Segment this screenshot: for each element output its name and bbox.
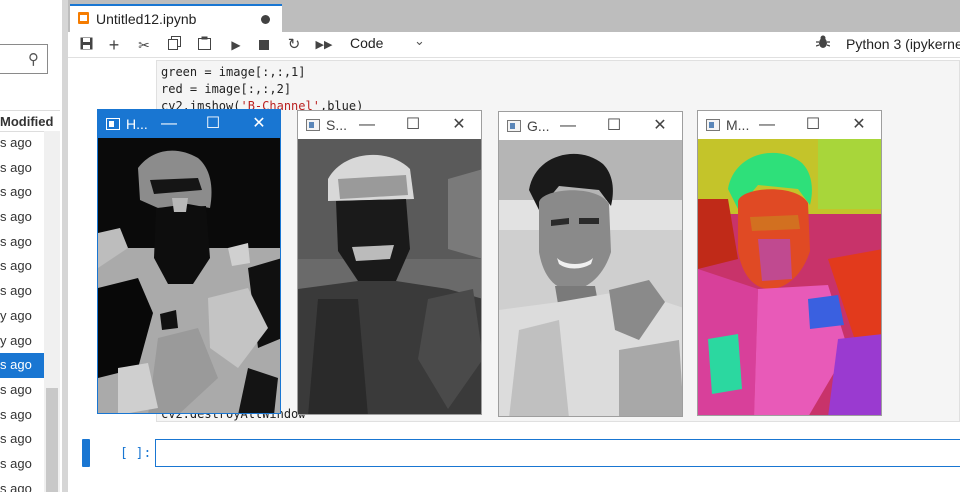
restart-run-all-icon[interactable]: ▶▶	[314, 36, 334, 54]
window-title-bar[interactable]: H... — ☐ ✕	[98, 110, 280, 138]
cell-type-select[interactable]: Code	[350, 35, 383, 51]
file-row-modified[interactable]: s ago	[0, 156, 44, 181]
hsv-image	[98, 138, 280, 413]
cut-icon[interactable]: ✂	[134, 36, 154, 54]
gray-image-window[interactable]: G... — ☐ ✕	[498, 111, 683, 417]
file-list: s ago s ago s ago s ago s ago s ago s ago y ago…	[0, 131, 44, 492]
file-row-modified[interactable]: s ago	[0, 180, 44, 205]
file-row-modified[interactable]: s ago	[0, 477, 44, 492]
code-line: green = image[:,:,1]	[161, 65, 306, 79]
notebook-tab[interactable]: Untitled12.ipynb	[70, 4, 282, 32]
maximize-icon[interactable]: ☐	[202, 113, 224, 135]
file-row-modified[interactable]: y ago	[0, 329, 44, 354]
scrollbar-thumb[interactable]	[46, 388, 58, 492]
paste-icon[interactable]	[194, 36, 214, 54]
input-prompt: [ ]:	[120, 446, 152, 461]
file-browser: ⚲ Modified s ago s ago s ago s ago s ago s ag…	[0, 0, 62, 492]
notebook-toolbar: + ✂ ▶ ↻ ▶▶ Code ⌄ Python 3 (ipykernel)	[68, 32, 960, 58]
hsv-image-window[interactable]: H... — ☐ ✕	[97, 109, 281, 414]
file-row-modified[interactable]: s ago	[0, 427, 44, 452]
chevron-down-icon[interactable]: ⌄	[414, 33, 425, 49]
debugger-icon[interactable]	[815, 35, 831, 52]
file-row-modified[interactable]: s ago	[0, 378, 44, 403]
add-cell-icon[interactable]: +	[104, 36, 124, 54]
file-row-modified[interactable]: s ago	[0, 353, 44, 378]
close-icon[interactable]: ✕	[448, 114, 470, 136]
file-row-modified[interactable]: s ago	[0, 230, 44, 255]
active-cell-indicator	[82, 439, 90, 467]
save-icon[interactable]	[76, 36, 96, 54]
minimize-icon[interactable]: —	[356, 114, 378, 136]
window-app-icon	[306, 119, 320, 131]
file-row-modified[interactable]: s ago	[0, 254, 44, 279]
window-title: H...	[126, 116, 148, 132]
window-title-bar[interactable]: M... — ☐ ✕	[698, 111, 881, 139]
window-app-icon	[106, 118, 120, 130]
merged-image-window[interactable]: M... — ☐ ✕	[697, 110, 882, 416]
window-title-bar[interactable]: S... — ☐ ✕	[298, 111, 481, 139]
copy-icon[interactable]	[164, 36, 184, 54]
close-icon[interactable]: ✕	[649, 115, 671, 137]
merged-image	[698, 139, 881, 415]
saturation-image	[298, 139, 481, 414]
window-app-icon	[507, 120, 521, 132]
kernel-name[interactable]: Python 3 (ipykernel)	[846, 36, 960, 52]
saturation-image-window[interactable]: S... — ☐ ✕	[297, 110, 482, 415]
minimize-icon[interactable]: —	[557, 115, 579, 137]
unsaved-dot-icon[interactable]	[261, 15, 270, 24]
code-line: red = image[:,:,2]	[161, 82, 292, 96]
restart-icon[interactable]: ↻	[284, 36, 304, 54]
close-icon[interactable]: ✕	[848, 114, 870, 136]
minimize-icon[interactable]: —	[158, 113, 180, 135]
file-row-modified[interactable]: s ago	[0, 131, 44, 156]
minimize-icon[interactable]: —	[756, 114, 778, 136]
screen: ⚲ Modified s ago s ago s ago s ago s ago s ag…	[0, 0, 960, 492]
file-search-input[interactable]	[0, 44, 48, 74]
stop-icon[interactable]	[254, 36, 274, 54]
file-row-modified[interactable]: s ago	[0, 403, 44, 428]
window-app-icon	[706, 119, 720, 131]
file-row-modified[interactable]: s ago	[0, 205, 44, 230]
maximize-icon[interactable]: ☐	[802, 114, 824, 136]
modified-column-header[interactable]: Modified	[0, 110, 60, 132]
run-icon[interactable]: ▶	[226, 36, 246, 54]
tab-title: Untitled12.ipynb	[96, 11, 197, 27]
file-row-modified[interactable]: s ago	[0, 279, 44, 304]
file-row-modified[interactable]: s ago	[0, 452, 44, 477]
close-icon[interactable]: ✕	[248, 113, 270, 135]
window-title: G...	[527, 118, 550, 134]
maximize-icon[interactable]: ☐	[402, 114, 424, 136]
window-title-bar[interactable]: G... — ☐ ✕	[499, 112, 682, 140]
maximize-icon[interactable]: ☐	[603, 115, 625, 137]
file-row-modified[interactable]: y ago	[0, 304, 44, 329]
gray-image	[499, 140, 682, 416]
search-icon[interactable]: ⚲	[28, 50, 39, 68]
window-title: M...	[726, 117, 750, 133]
window-title: S...	[326, 117, 348, 133]
empty-input-cell[interactable]	[155, 439, 960, 467]
notebook-icon	[78, 12, 89, 24]
